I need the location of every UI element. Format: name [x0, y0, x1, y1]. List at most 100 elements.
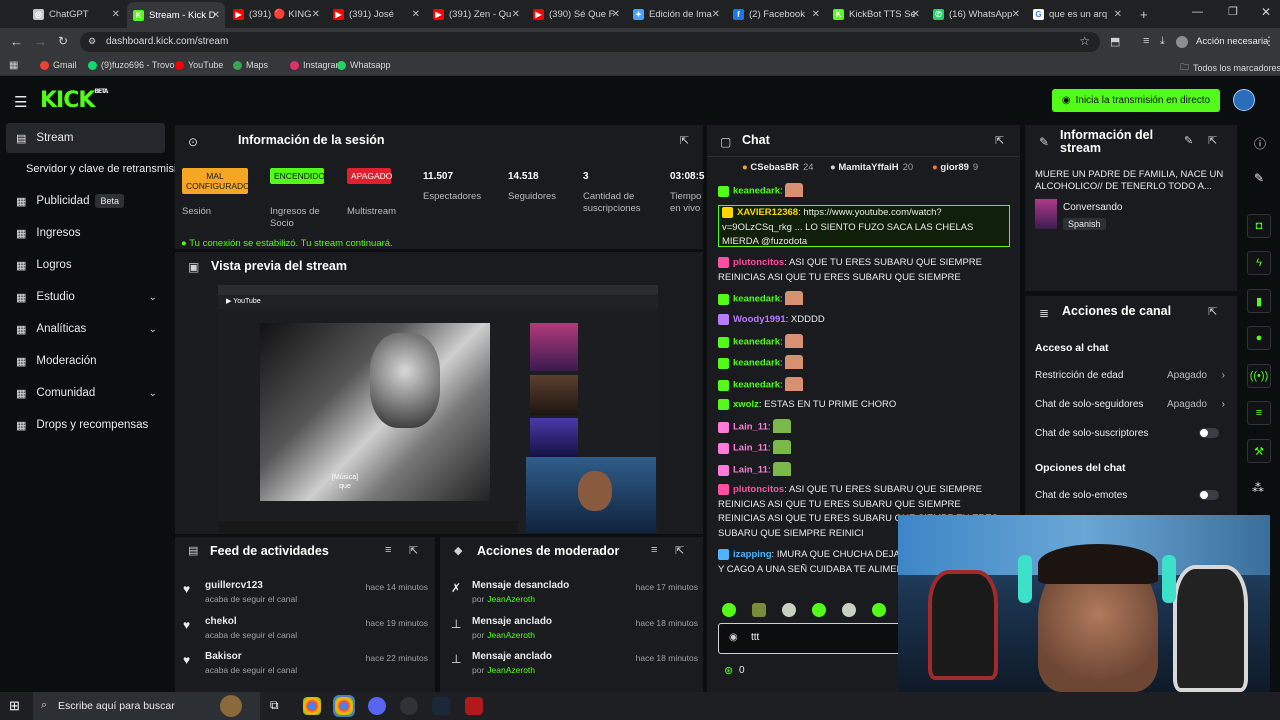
sidebar-item-2[interactable]: ▦ Publicidad Beta	[6, 186, 165, 216]
tab-close-icon[interactable]: ✕	[712, 9, 720, 20]
chat-username[interactable]: XAVIER12368	[737, 207, 798, 218]
reload-icon[interactable]: ↻	[58, 34, 68, 48]
sidebar-item-8[interactable]: ▦ Comunidad ⌄	[6, 378, 165, 408]
sidebar-item-1[interactable]: Servidor y clave de retransmisión	[6, 154, 176, 184]
tab-0[interactable]: ◎ ChatGPT ✕	[27, 4, 125, 24]
tab-close-icon[interactable]: ✕	[412, 9, 420, 20]
tab-6[interactable]: ✦ Edición de Ima ✕	[627, 4, 725, 24]
popout-icon[interactable]: ⇱	[680, 134, 689, 147]
site-info-icon[interactable]: ⚙	[88, 36, 96, 47]
profile-action-button[interactable]: Acción necesaria	[1196, 36, 1268, 47]
bookmark-item[interactable]: YouTube	[175, 60, 223, 70]
chat-username[interactable]: keanedark	[733, 380, 780, 391]
user-avatar[interactable]	[1233, 89, 1255, 111]
rail-button-chat[interactable]: ●	[1247, 326, 1271, 350]
rail-button-tools[interactable]: ⚒	[1247, 439, 1271, 463]
tab-9[interactable]: ✆ (16) WhatsApp ✕	[927, 4, 1025, 24]
edit-pencil-icon[interactable]: ✎	[1184, 134, 1193, 147]
chat-username[interactable]: xwolz	[733, 399, 759, 410]
browser-menu-icon[interactable]: ⋮	[1263, 34, 1275, 48]
close-window-icon[interactable]: ✕	[1261, 5, 1271, 19]
tab-1[interactable]: K Stream - Kick D ✕	[127, 2, 225, 28]
filter-icon[interactable]: ≡	[385, 544, 391, 556]
chat-username[interactable]: Lain_11	[733, 465, 768, 476]
bookmark-item[interactable]: Instagram	[290, 60, 343, 70]
discord-taskbar-icon[interactable]	[368, 697, 386, 715]
bookmark-item[interactable]: Maps	[233, 60, 268, 70]
maximize-icon[interactable]: ❐	[1228, 5, 1238, 18]
rail-button-clip[interactable]: ▮	[1247, 289, 1271, 313]
chat-username[interactable]: Lain_11	[733, 422, 768, 433]
activity-popout-icon[interactable]: ⇱	[409, 544, 418, 557]
url-bar[interactable]: ⚙ dashboard.kick.com/stream ☆	[80, 32, 1100, 52]
emote-picker-icon[interactable]: ◉	[729, 632, 738, 643]
toggle-switch[interactable]	[1199, 428, 1219, 438]
bookmark-item[interactable]: Whatsapp	[337, 60, 391, 70]
rail-button-poll[interactable]: ≡	[1247, 401, 1271, 425]
emote-5-icon[interactable]	[842, 603, 856, 617]
extension-icon[interactable]: ⬒	[1110, 35, 1120, 48]
tab-close-icon[interactable]: ✕	[612, 9, 620, 20]
channel-option-0[interactable]: Chat de solo-emotes	[1035, 490, 1225, 504]
tab-close-icon[interactable]: ✕	[512, 9, 520, 20]
mod-popout-icon[interactable]: ⇱	[675, 544, 684, 557]
media-icon[interactable]: ≡	[1143, 35, 1149, 47]
category-name[interactable]: Conversando	[1063, 202, 1122, 213]
emote-3-icon[interactable]	[782, 603, 796, 617]
sidebar-item-0[interactable]: ▤ Stream	[6, 123, 165, 153]
chat-username[interactable]: Woody1991	[733, 314, 786, 325]
activity-user[interactable]: guillercv123	[205, 580, 263, 591]
back-icon[interactable]: ←	[10, 34, 23, 49]
chrome-active-taskbar-icon[interactable]	[333, 695, 355, 717]
top-gifter[interactable]: ● gior89 9	[932, 162, 978, 173]
tab-4[interactable]: ▶ (391) Zen - Qu ✕	[427, 4, 525, 24]
kick-logo[interactable]: KICKBETA	[40, 88, 108, 113]
tab-close-icon[interactable]: ✕	[912, 9, 920, 20]
rail-button-bolt[interactable]: ϟ	[1247, 251, 1271, 275]
bookmark-item[interactable]: (9)fuzo696 - Trovo	[88, 60, 175, 70]
sidebar-item-6[interactable]: ▦ Analíticas ⌄	[6, 314, 165, 344]
mod-name[interactable]: JeanAzeroth	[487, 630, 535, 640]
tab-close-icon[interactable]: ✕	[312, 9, 320, 20]
steam-taskbar-icon[interactable]	[432, 697, 450, 715]
activity-user[interactable]: Bakisor	[205, 651, 242, 662]
tab-close-icon[interactable]: ✕	[812, 9, 820, 20]
obs-taskbar-icon[interactable]	[400, 697, 418, 715]
apps-grid-icon[interactable]: ▦	[9, 60, 18, 71]
share-icon[interactable]: ⁂	[1252, 481, 1264, 495]
task-view-icon[interactable]: ⧉	[270, 698, 279, 713]
emote-6-icon[interactable]	[872, 603, 886, 617]
info-popout-icon[interactable]: ⇱	[1208, 134, 1217, 147]
chat-username[interactable]: plutoncitos	[733, 484, 784, 495]
bookmark-star-icon[interactable]: ☆	[1079, 34, 1090, 48]
app-taskbar-icon[interactable]	[465, 697, 483, 715]
channel-popout-icon[interactable]: ⇱	[1208, 305, 1217, 318]
tab-close-icon[interactable]: ✕	[1114, 9, 1122, 20]
channel-setting-1[interactable]: Chat de solo-seguidores Apagado ›	[1035, 399, 1225, 413]
emote-2-icon[interactable]	[752, 603, 766, 617]
sidebar-item-3[interactable]: ▦ Ingresos	[6, 218, 165, 248]
chat-username[interactable]: Lain_11	[733, 443, 768, 454]
chat-username[interactable]: keanedark	[733, 294, 780, 305]
channel-setting-2[interactable]: Chat de solo-suscriptores	[1035, 428, 1225, 442]
top-gifter[interactable]: ● CSebasBR 24	[742, 162, 814, 173]
chat-username[interactable]: plutoncitos	[733, 257, 784, 268]
chat-popout-icon[interactable]: ⇱	[995, 134, 1004, 147]
tab-2[interactable]: ▶ (391) 🔴 KING ✕	[227, 4, 325, 24]
sidebar-item-7[interactable]: ▦ Moderación	[6, 346, 165, 376]
tab-close-icon[interactable]: ✕	[1012, 9, 1020, 20]
chat-username[interactable]: keanedark	[733, 337, 780, 348]
info-icon[interactable]: ⓘ	[1254, 135, 1266, 152]
downloads-icon[interactable]: ⤓	[1160, 35, 1165, 48]
tab-5[interactable]: ▶ (390) Sé Que F ✕	[527, 4, 625, 24]
tab-close-icon[interactable]: ✕	[212, 10, 220, 21]
top-gifter[interactable]: ● MamitaYffaiH 20	[830, 162, 913, 173]
tab-close-icon[interactable]: ✕	[112, 9, 120, 20]
tab-8[interactable]: K KickBot TTS Se ✕	[827, 4, 925, 24]
sidebar-item-9[interactable]: ▦ Drops y recompensas	[6, 410, 165, 440]
mod-filter-icon[interactable]: ≡	[651, 544, 657, 556]
profile-avatar[interactable]	[1176, 36, 1188, 48]
rail-button-broadcast[interactable]: ((•))	[1247, 364, 1271, 388]
chrome-taskbar-icon[interactable]	[303, 697, 321, 715]
emote-4-icon[interactable]	[812, 603, 826, 617]
